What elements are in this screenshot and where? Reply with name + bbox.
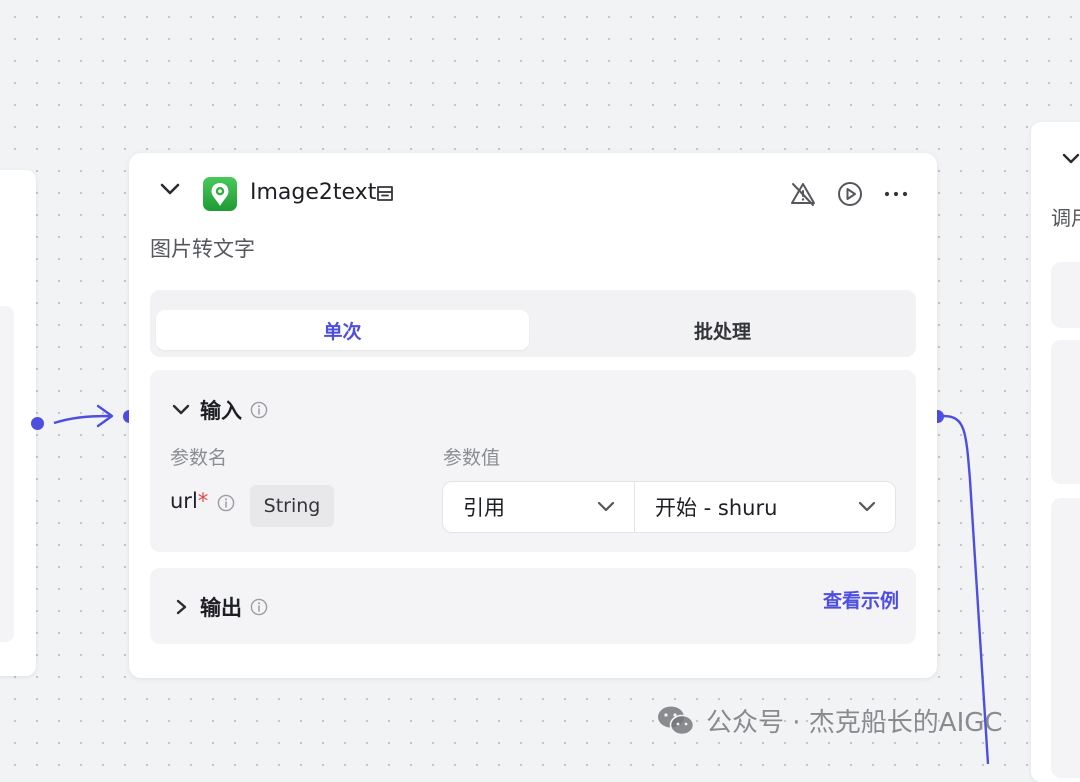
play-circle-icon[interactable]	[836, 180, 864, 208]
reference-variable-text: 开始 - shuru	[655, 496, 778, 520]
chevron-down-icon	[858, 501, 876, 512]
chevron-right-icon[interactable]	[172, 598, 190, 616]
param-value-column-header: 参数值	[443, 447, 501, 469]
image2text-node[interactable]: Image2text 图片转文字 单次 批处理 输入 参数名 参数值 url* …	[129, 153, 937, 678]
wechat-icon	[658, 706, 695, 735]
chevron-down-icon	[597, 501, 615, 512]
param-name-column-header: 参数名	[170, 447, 228, 469]
input-section-header[interactable]: 输入	[172, 395, 268, 425]
alert-off-icon[interactable]	[789, 180, 817, 208]
view-example-link[interactable]: 查看示例	[823, 586, 899, 613]
output-section: 输出 查看示例	[150, 568, 916, 644]
chevron-down-icon[interactable]	[159, 181, 181, 197]
param-type-tag: String	[250, 485, 334, 527]
param-name-text: url	[170, 489, 198, 513]
required-mark: *	[197, 489, 209, 513]
tab-single[interactable]: 单次	[156, 310, 529, 350]
watermark: 公众号 · 杰克船长的AIGC	[656, 702, 1003, 739]
run-mode-tabs: 单次 批处理	[150, 290, 916, 357]
store-icon[interactable]	[375, 183, 395, 203]
watermark-text: 公众号 · 杰克船长的AIGC	[706, 708, 1003, 738]
value-source-select[interactable]: 引用	[442, 481, 635, 533]
input-section: 输入 参数名 参数值 url* String 引用 开始 - shuru	[150, 370, 916, 552]
info-icon[interactable]	[217, 494, 235, 512]
param-name-url: url*	[170, 489, 208, 513]
info-icon[interactable]	[250, 401, 268, 419]
incoming-edge	[53, 414, 111, 425]
more-icon[interactable]	[882, 180, 910, 208]
value-source-text: 引用	[463, 496, 505, 520]
input-section-title: 输入	[200, 399, 242, 423]
map-pin-app-icon	[203, 177, 237, 211]
output-section-title: 输出	[200, 596, 242, 620]
info-icon[interactable]	[250, 598, 268, 616]
previous-node-output-port[interactable]	[31, 417, 44, 430]
chevron-down-icon[interactable]	[172, 403, 190, 417]
tab-batch[interactable]: 批处理	[535, 310, 910, 350]
node-title: Image2text	[250, 180, 377, 205]
output-section-header[interactable]: 输出	[172, 592, 268, 622]
node-description: 图片转文字	[150, 237, 255, 261]
reference-variable-select[interactable]: 开始 - shuru	[634, 481, 896, 533]
